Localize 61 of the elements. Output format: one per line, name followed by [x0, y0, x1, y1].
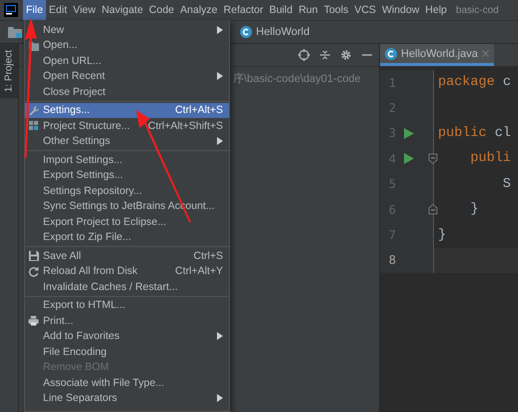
wrench-icon [28, 104, 39, 116]
menu-entry[interactable]: Export to HTML... [25, 298, 229, 313]
class-icon [240, 26, 252, 38]
fold-icon[interactable] [428, 204, 438, 216]
grid-icon [28, 120, 39, 132]
menu-item[interactable]: File [23, 0, 46, 20]
menu-item[interactable]: Build [266, 0, 296, 20]
menu-entry[interactable]: Export Settings... [25, 168, 229, 183]
code-line: publi [469, 151, 511, 166]
menu-item[interactable]: Window [378, 0, 422, 20]
menu-entry[interactable]: Associate with File Type... [25, 375, 229, 390]
settings-icon[interactable] [340, 49, 352, 61]
menu-entry[interactable]: Import Settings... [25, 152, 229, 168]
collapse-icon[interactable] [319, 49, 331, 61]
code-line: S [502, 176, 511, 192]
menu-entry[interactable]: Save All Ctrl+S [25, 248, 229, 264]
code-line: } [437, 228, 446, 243]
menu-entry[interactable]: Close Project [25, 84, 229, 100]
menu-entry[interactable]: Line Separators [25, 390, 229, 406]
menu-entry[interactable]: Other Settings [25, 134, 229, 149]
menu-item[interactable]: Run [296, 0, 321, 20]
menu-entry[interactable]: Settings... Ctrl+Alt+S [25, 102, 229, 118]
folder-icon [8, 26, 22, 38]
menu-item[interactable]: Refactor [220, 0, 266, 20]
tool-window-tab[interactable]: 1: Project [0, 44, 18, 98]
menu-item[interactable]: Code [146, 0, 178, 20]
line-number: 8 [388, 253, 396, 268]
menu-entry[interactable]: Open URL... [25, 53, 229, 68]
run-icon[interactable] [404, 128, 414, 139]
menu-entry[interactable]: Invalidate Caches / Restart... [25, 279, 229, 294]
app-logo-icon [4, 3, 18, 17]
breadcrumb[interactable]: HelloWorld [256, 26, 310, 38]
menu-item[interactable]: Navigate [98, 0, 146, 20]
code-line: public cl [437, 126, 511, 141]
menu-entry[interactable]: Export to Zip File... [25, 230, 229, 245]
menu-item[interactable]: Analyze [177, 0, 221, 20]
menu-item[interactable]: View [70, 0, 99, 20]
menu-entry[interactable]: Print... [25, 313, 229, 328]
code-line: } [469, 202, 479, 218]
menu-entry[interactable]: Add to Favorites [25, 328, 229, 344]
class-icon [385, 48, 397, 60]
menu-item[interactable]: Edit [46, 0, 70, 20]
refresh-icon [28, 266, 39, 277]
menu-entry[interactable]: Settings Repository... [25, 183, 229, 198]
menu-item[interactable]: Help [422, 0, 450, 20]
menu-entry[interactable]: New [25, 22, 229, 38]
locate-icon[interactable] [298, 49, 310, 61]
menu-entry[interactable]: Open Recent [25, 68, 229, 84]
run-icon[interactable] [404, 153, 414, 164]
fold-icon[interactable] [428, 153, 438, 164]
code-line: package c [437, 75, 511, 90]
project-path: 序\basic-code\day01-code [233, 72, 361, 86]
editor-tab[interactable]: HelloWorld.java [380, 44, 494, 66]
menu-entry[interactable]: Export Project to Eclipse... [25, 214, 229, 230]
menu-entry[interactable]: File Encoding [25, 344, 229, 360]
menu-item[interactable]: Tools [320, 0, 352, 20]
menu-item[interactable]: VCS [351, 0, 379, 20]
window-title: basic-cod [456, 4, 499, 16]
menu-entry[interactable]: Project Structure... Ctrl+Alt+Shift+S [25, 118, 229, 134]
printer-icon [28, 315, 39, 326]
menu-entry[interactable]: Reload All from Disk Ctrl+Alt+Y [25, 264, 229, 279]
